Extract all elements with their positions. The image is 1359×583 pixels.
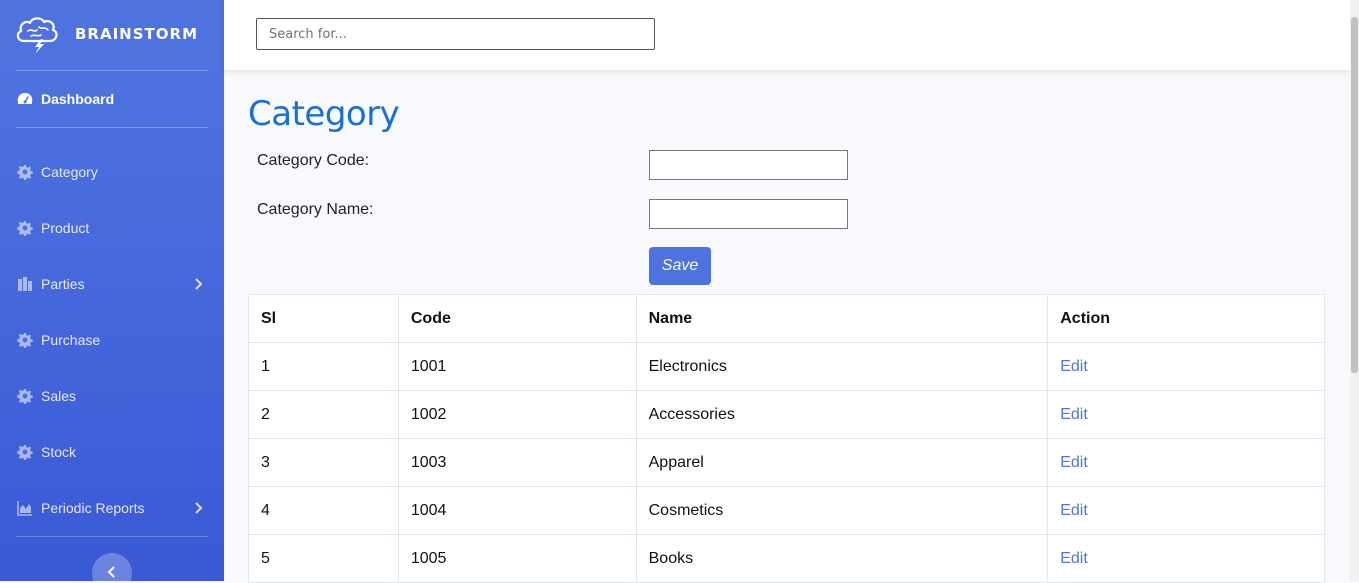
sidebar: BRAINSTORM Dashboard Category Product Pa <box>0 0 224 581</box>
sidebar-item-category[interactable]: Category <box>0 152 224 192</box>
sidebar-item-label: Dashboard <box>41 91 115 107</box>
cell-action: Edit <box>1047 534 1325 583</box>
sidebar-item-label: Periodic Reports <box>41 500 145 516</box>
edit-link[interactable]: Edit <box>1060 550 1088 567</box>
table-header-row: Sl Code Name Action <box>248 294 1325 343</box>
sidebar-divider <box>16 70 208 71</box>
category-code-field[interactable] <box>649 150 848 180</box>
sidebar-item-stock[interactable]: Stock <box>0 432 224 472</box>
sidebar-item-label: Parties <box>41 276 85 292</box>
column-header-action: Action <box>1047 294 1325 343</box>
search-input[interactable] <box>256 18 655 50</box>
column-header-sl: Sl <box>248 294 399 343</box>
chevron-right-icon <box>195 278 203 290</box>
sidebar-item-dashboard[interactable]: Dashboard <box>0 79 224 119</box>
gear-icon <box>17 221 33 236</box>
brain-cloud-icon <box>16 17 58 54</box>
sidebar-item-product[interactable]: Product <box>0 208 224 248</box>
edit-link[interactable]: Edit <box>1060 502 1088 519</box>
sidebar-item-label: Category <box>41 164 98 180</box>
gear-icon <box>17 333 33 348</box>
cell-sl: 5 <box>248 534 399 583</box>
gear-icon <box>17 165 33 180</box>
sidebar-divider <box>16 127 208 128</box>
cell-name: Apparel <box>635 438 1049 487</box>
page-scrollbar[interactable] <box>1350 0 1359 581</box>
brand-name: BRAINSTORM <box>75 25 198 43</box>
table-row: 3 1003 Apparel Edit <box>248 438 1325 487</box>
edit-link[interactable]: Edit <box>1060 454 1088 471</box>
column-header-code: Code <box>397 294 637 343</box>
cell-code: 1001 <box>397 342 637 391</box>
cell-code: 1003 <box>397 438 637 487</box>
cell-sl: 3 <box>248 438 399 487</box>
cell-sl: 4 <box>248 486 399 535</box>
table-row: 2 1002 Accessories Edit <box>248 390 1325 439</box>
chevron-right-icon <box>195 502 203 514</box>
category-name-field[interactable] <box>649 199 848 229</box>
sidebar-toggle-button[interactable] <box>92 553 132 581</box>
sidebar-divider <box>16 536 208 537</box>
table-row: 1 1001 Electronics Edit <box>248 342 1325 391</box>
sidebar-item-sales[interactable]: Sales <box>0 376 224 416</box>
cell-code: 1004 <box>397 486 637 535</box>
column-header-name: Name <box>635 294 1049 343</box>
cell-name: Accessories <box>635 390 1049 439</box>
sidebar-item-label: Purchase <box>41 332 101 348</box>
sidebar-item-label: Product <box>41 220 90 236</box>
topbar <box>224 0 1350 70</box>
cell-code: 1005 <box>397 534 637 583</box>
brand[interactable]: BRAINSTORM <box>0 0 224 70</box>
category-table: Sl Code Name Action 1 1001 Electronics E… <box>248 294 1325 583</box>
cell-name: Electronics <box>635 342 1049 391</box>
save-button[interactable]: Save <box>649 247 711 285</box>
cell-sl: 2 <box>248 390 399 439</box>
sidebar-item-purchase[interactable]: Purchase <box>0 320 224 360</box>
cell-code: 1002 <box>397 390 637 439</box>
chevron-left-icon <box>107 566 115 578</box>
edit-link[interactable]: Edit <box>1060 406 1088 423</box>
building-icon <box>18 277 32 291</box>
cell-action: Edit <box>1047 342 1325 391</box>
sidebar-item-label: Sales <box>41 388 77 404</box>
table-row: 5 1005 Books Edit <box>248 534 1325 583</box>
tachometer-icon <box>17 92 33 104</box>
chart-area-icon <box>17 501 32 516</box>
scrollbar-thumb[interactable] <box>1351 17 1358 373</box>
cell-action: Edit <box>1047 486 1325 535</box>
table-row: 4 1004 Cosmetics Edit <box>248 486 1325 535</box>
cell-action: Edit <box>1047 390 1325 439</box>
edit-link[interactable]: Edit <box>1060 358 1088 375</box>
category-name-label: Category Name: <box>257 201 374 218</box>
cell-action: Edit <box>1047 438 1325 487</box>
sidebar-item-periodic-reports[interactable]: Periodic Reports <box>0 488 224 528</box>
cell-sl: 1 <box>248 342 399 391</box>
cell-name: Books <box>635 534 1049 583</box>
sidebar-item-label: Stock <box>41 444 77 460</box>
gear-icon <box>17 445 33 460</box>
cell-name: Cosmetics <box>635 486 1049 535</box>
sidebar-item-parties[interactable]: Parties <box>0 264 224 304</box>
page-title: Category <box>248 94 400 134</box>
category-code-label: Category Code: <box>257 152 370 169</box>
gear-icon <box>17 389 33 404</box>
